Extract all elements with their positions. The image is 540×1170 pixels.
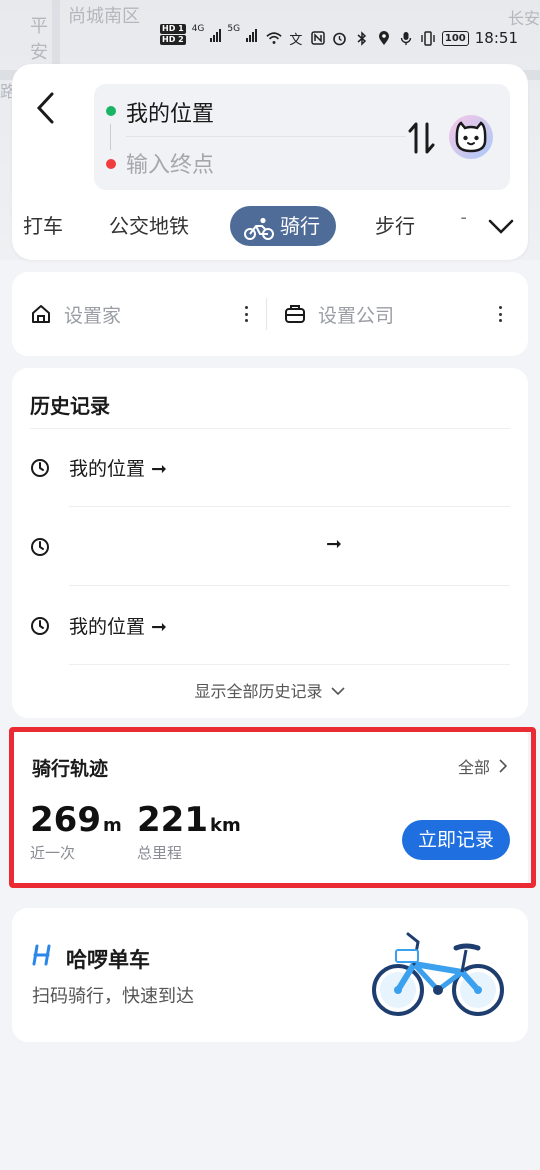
tab-flight[interactable]: 飞	[460, 206, 466, 246]
wifi-icon	[266, 30, 282, 46]
briefcase-icon	[285, 305, 305, 323]
places-divider	[266, 298, 267, 330]
status-icons: 文 100 18:51	[266, 29, 518, 48]
hd-2-label: HD 2	[160, 35, 186, 45]
tab-walking[interactable]: 步行	[375, 206, 415, 246]
history-item-origin: 我的位置	[69, 458, 146, 480]
arrow-right-icon: ➞	[326, 533, 342, 555]
route-connector-line	[110, 124, 111, 150]
hd-indicator: HD 1 HD 2	[160, 24, 186, 45]
start-location[interactable]: 我的位置	[126, 96, 214, 128]
history-item[interactable]: 我的位置 ➞	[12, 429, 528, 507]
hellobike-card[interactable]: 哈啰单车 扫码骑行，快速到达	[12, 908, 528, 1042]
history-card: 历史记录 我的位置 ➞ ➞ 我的位置 ➞ 显示全部历史记录	[12, 368, 528, 718]
riding-track-card: 骑行轨迹 全部 269 m 近一次 221 km 总里程 立即记录	[12, 732, 528, 884]
chevron-down-icon	[488, 219, 514, 234]
hellobike-title: 哈啰单车	[66, 948, 150, 972]
swap-icon	[408, 122, 435, 154]
history-row-divider	[69, 664, 510, 665]
signal-icon	[246, 28, 258, 42]
riding-track-title: 骑行轨迹	[32, 758, 109, 780]
route-input-box: 我的位置	[94, 84, 510, 190]
chevron-right-icon	[499, 759, 508, 773]
company-more-button[interactable]	[498, 306, 502, 322]
travel-mode-tabs: 打车 公交地铁 骑行 步行 飞	[12, 204, 528, 248]
set-home-button[interactable]: 设置家	[30, 272, 121, 356]
chevron-left-icon	[36, 92, 54, 124]
more-modes-button[interactable]	[488, 214, 514, 238]
total-distance-caption: 总里程	[137, 844, 183, 862]
hellobike-subtitle: 扫码骑行，快速到达	[32, 986, 194, 1007]
status-time: 18:51	[474, 29, 518, 47]
tab-cycling-label: 骑行	[280, 214, 320, 238]
history-item[interactable]: ➞	[12, 508, 528, 586]
show-all-history-label: 显示全部历史记录	[194, 682, 323, 701]
bluetooth-icon	[354, 30, 370, 46]
back-button[interactable]	[32, 90, 60, 126]
tab-taxi[interactable]: 打车	[23, 206, 63, 246]
last-ride-distance: 269	[30, 800, 101, 840]
history-item-origin: 我的位置	[69, 616, 146, 638]
alarm-icon	[332, 30, 348, 46]
network-type-1: 4G	[191, 24, 205, 34]
history-row-divider	[69, 585, 510, 586]
home-more-button[interactable]	[244, 306, 248, 322]
last-ride-stat: 269 m 近一次	[30, 800, 122, 863]
home-icon	[32, 305, 50, 323]
cycling-icon	[244, 214, 274, 254]
swap-route-button[interactable]	[406, 120, 438, 156]
saved-places-card: 设置家 设置公司	[12, 272, 528, 356]
last-ride-unit: m	[102, 815, 122, 836]
view-all-tracks-link[interactable]: 全部	[458, 754, 508, 778]
location-icon	[376, 30, 392, 46]
destination-input[interactable]	[126, 150, 386, 180]
microphone-icon	[398, 30, 414, 46]
end-point-dot	[106, 159, 116, 169]
hellobike-logo-icon	[32, 944, 51, 966]
history-title: 历史记录	[30, 394, 110, 418]
clock-icon	[31, 538, 49, 556]
history-row-divider	[69, 506, 510, 507]
status-bar: HD 1 HD 2 4G 5G 文 100 18:51	[0, 0, 540, 62]
start-point-dot	[106, 106, 116, 116]
arrow-right-icon: ➞	[151, 458, 167, 480]
view-all-label: 全部	[457, 758, 490, 777]
total-distance-stat: 221 km 总里程	[137, 800, 241, 863]
set-company-label: 设置公司	[318, 304, 395, 327]
total-distance: 221	[137, 800, 208, 840]
signal-icon	[210, 28, 222, 42]
nfc-icon	[310, 30, 326, 46]
assistant-avatar[interactable]	[446, 112, 496, 162]
clock-icon	[31, 617, 49, 635]
last-ride-caption: 近一次	[30, 844, 76, 862]
tab-cycling[interactable]: 骑行	[230, 206, 336, 246]
route-divider	[126, 136, 406, 137]
arrow-right-icon: ➞	[151, 616, 167, 638]
set-company-button[interactable]: 设置公司	[284, 272, 394, 356]
battery-indicator: 100	[441, 30, 469, 46]
history-item-text: 我的位置 ➞	[69, 454, 167, 481]
history-item-text: 我的位置 ➞	[69, 612, 167, 639]
start-recording-button[interactable]: 立即记录	[402, 820, 510, 860]
hd-1-label: HD 1	[160, 24, 186, 34]
clock-icon	[31, 459, 49, 477]
route-search-card: 我的位置 打车 公交地铁	[12, 64, 528, 260]
total-distance-unit: km	[209, 815, 241, 836]
status-network: HD 1 HD 2 4G 5G	[160, 24, 258, 45]
cat-assistant-icon	[449, 115, 493, 159]
show-all-history-button[interactable]: 显示全部历史记录	[12, 678, 528, 702]
vibrate-icon	[420, 30, 436, 46]
set-home-label: 设置家	[64, 304, 122, 327]
bicycle-illustration	[372, 932, 504, 1016]
translate-icon: 文	[289, 32, 303, 48]
chevron-down-icon	[330, 687, 345, 696]
tab-transit[interactable]: 公交地铁	[109, 206, 189, 246]
history-item[interactable]: 我的位置 ➞	[12, 587, 528, 665]
network-type-2: 5G	[227, 24, 241, 34]
